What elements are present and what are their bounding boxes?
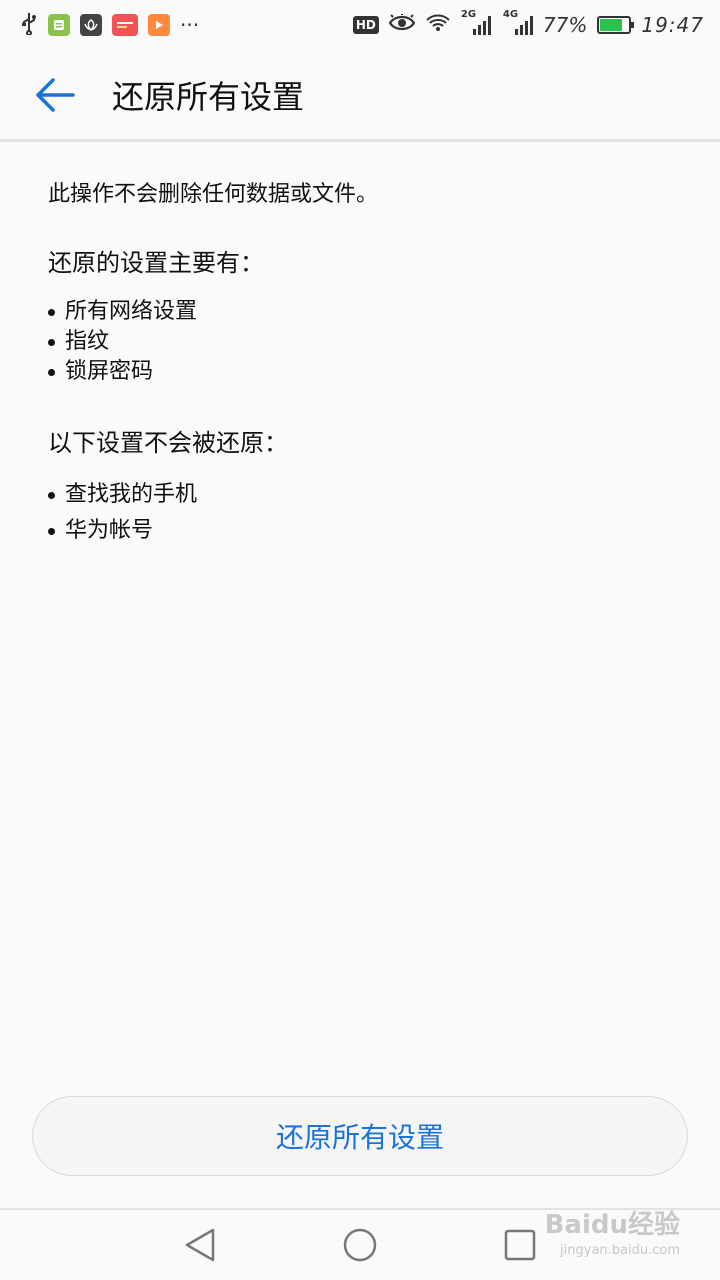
status-bar: ··· HD 2G 4G 77% 19:47: [0, 0, 720, 50]
page-title: 还原所有设置: [112, 77, 305, 116]
kept-settings-heading: 以下设置不会被还原：: [48, 429, 288, 457]
list-item-label: 指纹: [65, 329, 110, 354]
circle-home-icon: [343, 1228, 377, 1262]
app-icon-red: [112, 14, 138, 36]
huawei-icon: [80, 14, 102, 36]
more-notifications-icon: ···: [180, 13, 200, 37]
triangle-back-icon: [185, 1228, 215, 1262]
bullet-icon: [48, 491, 55, 499]
bullet-icon: [48, 308, 55, 316]
eye-icon: [388, 13, 416, 37]
list-item-label: 所有网络设置: [65, 299, 198, 324]
status-left: ···: [20, 11, 199, 40]
list-item: 指纹: [48, 327, 678, 357]
battery-percent: 77%: [542, 13, 588, 37]
content-area: 此操作不会删除任何数据或文件。 还原的设置主要有： 所有网络设置 指纹 锁屏密码…: [48, 175, 678, 549]
watermark-main: Baidu经验: [544, 1210, 680, 1240]
battery-fill: [600, 19, 622, 31]
video-icon: [148, 14, 170, 36]
intro-text: 此操作不会删除任何数据或文件。: [48, 182, 379, 207]
list-item-label: 华为帐号: [65, 518, 154, 543]
nav-recents-button[interactable]: [490, 1215, 550, 1275]
kept-settings-list: 查找我的手机 华为帐号: [48, 477, 678, 549]
hd-badge: HD: [352, 16, 379, 34]
status-time: 19:47: [641, 13, 704, 37]
list-item: 华为帐号: [48, 513, 678, 549]
list-item-label: 查找我的手机: [65, 482, 198, 507]
reset-all-settings-button[interactable]: 还原所有设置: [32, 1096, 688, 1176]
reset-settings-heading: 还原的设置主要有：: [48, 249, 264, 277]
signal-4g-icon: 4G: [503, 9, 533, 35]
list-item: 查找我的手机: [48, 477, 678, 513]
reset-settings-list: 所有网络设置 指纹 锁屏密码: [48, 297, 678, 387]
list-item: 锁屏密码: [48, 357, 678, 387]
list-item: 所有网络设置: [48, 297, 678, 327]
bullet-icon: [48, 338, 55, 346]
back-button[interactable]: [20, 60, 90, 130]
baidu-watermark: Baidu经验 jingyan.baidu.com: [545, 1212, 680, 1264]
bullet-icon: [48, 368, 55, 376]
back-arrow-icon: [36, 77, 75, 112]
bullet-icon: [48, 527, 55, 535]
signal-2g-icon: 2G: [461, 9, 491, 35]
wifi-icon: [425, 13, 451, 38]
app-icon-green: [48, 14, 70, 36]
usb-icon: [20, 11, 38, 40]
status-right: HD 2G 4G 77% 19:47: [352, 9, 704, 38]
app-bar: 还原所有设置: [0, 50, 720, 142]
nav-back-button[interactable]: [170, 1215, 230, 1275]
network-2g-label: 2G: [460, 9, 477, 20]
square-recents-icon: [504, 1229, 536, 1261]
watermark-sub: jingyan.baidu.com: [560, 1243, 680, 1258]
network-4g-label: 4G: [502, 9, 519, 20]
nav-home-button[interactable]: [330, 1215, 390, 1275]
list-item-label: 锁屏密码: [65, 359, 154, 384]
battery-icon: [597, 16, 635, 34]
